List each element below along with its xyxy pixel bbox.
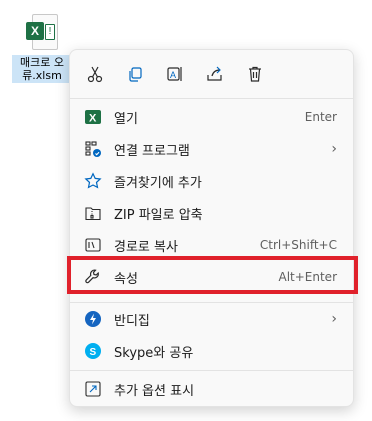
path-icon bbox=[84, 236, 102, 254]
star-icon bbox=[84, 172, 102, 190]
skype-icon: S bbox=[84, 342, 102, 360]
menu-item-add-favorites[interactable]: 즐겨찾기에 추가 bbox=[74, 166, 351, 196]
share-button[interactable] bbox=[200, 59, 230, 89]
shortcut-label: Ctrl+Shift+C bbox=[259, 238, 337, 252]
menu-item-label: 즐겨찾기에 추가 bbox=[114, 175, 202, 191]
menu-item-label: 열기 bbox=[114, 111, 138, 127]
menu-item-compress-zip[interactable]: ZIP 파일로 압축 bbox=[74, 198, 351, 228]
menu-item-share-skype[interactable]: S Skype와 공유 bbox=[74, 336, 351, 366]
excel-icon: X bbox=[84, 108, 102, 126]
menu-item-label: 추가 옵션 표시 bbox=[114, 383, 195, 399]
file-name-label: 매크로 오류.xlsm bbox=[12, 55, 72, 83]
rename-button[interactable]: A bbox=[160, 59, 190, 89]
menu-item-show-more-options[interactable]: 추가 옵션 표시 bbox=[74, 374, 351, 404]
menu-separator bbox=[70, 302, 353, 303]
shortcut-label: Alt+Enter bbox=[278, 270, 337, 284]
menu-item-open[interactable]: X 열기 Enter bbox=[74, 102, 351, 132]
menu-item-label: 반디집 bbox=[114, 313, 150, 329]
menu-separator bbox=[70, 370, 353, 371]
svg-text:S: S bbox=[90, 347, 97, 358]
more-options-icon bbox=[84, 380, 102, 398]
menu-item-label: ZIP 파일로 압축 bbox=[114, 207, 203, 223]
context-menu: A X 열기 Enter 연결 프로그램 › 즐겨찾기에 추가 ZIP 파일로 … bbox=[67, 49, 358, 407]
chevron-right-icon: › bbox=[331, 141, 337, 157]
menu-item-label: 연결 프로그램 bbox=[114, 143, 190, 159]
rename-icon: A bbox=[167, 67, 182, 81]
desktop-file-item[interactable]: X ! 매크로 오류.xlsm bbox=[12, 12, 72, 83]
wrench-icon bbox=[84, 268, 102, 286]
menu-item-open-with[interactable]: 연결 프로그램 › bbox=[74, 134, 351, 164]
svg-text:X: X bbox=[89, 113, 97, 125]
menu-item-bandizip[interactable]: 반디집 › bbox=[74, 304, 351, 334]
menu-item-label: Skype와 공유 bbox=[114, 345, 194, 361]
copy-icon bbox=[129, 67, 142, 82]
shortcut-label: Enter bbox=[304, 110, 337, 124]
menu-item-properties[interactable]: 속성 Alt+Enter bbox=[74, 262, 351, 292]
menu-item-copy-path[interactable]: 경로로 복사 Ctrl+Shift+C bbox=[74, 230, 351, 260]
zip-folder-icon bbox=[84, 204, 102, 222]
share-icon bbox=[207, 66, 222, 81]
delete-button[interactable] bbox=[240, 59, 270, 89]
context-menu-toolbar: A bbox=[70, 50, 353, 98]
excel-macro-file-icon: X ! bbox=[24, 12, 60, 52]
menu-separator bbox=[70, 98, 353, 99]
trash-icon bbox=[249, 66, 261, 82]
copy-button[interactable] bbox=[120, 59, 150, 89]
scissors-icon bbox=[87, 66, 103, 83]
menu-item-label: 속성 bbox=[114, 271, 138, 287]
chevron-right-icon: › bbox=[331, 311, 337, 327]
cut-button[interactable] bbox=[80, 59, 110, 89]
svg-text:A: A bbox=[170, 70, 176, 80]
bandizip-icon bbox=[84, 310, 102, 328]
menu-item-label: 경로로 복사 bbox=[114, 239, 178, 255]
apps-icon bbox=[84, 140, 102, 158]
